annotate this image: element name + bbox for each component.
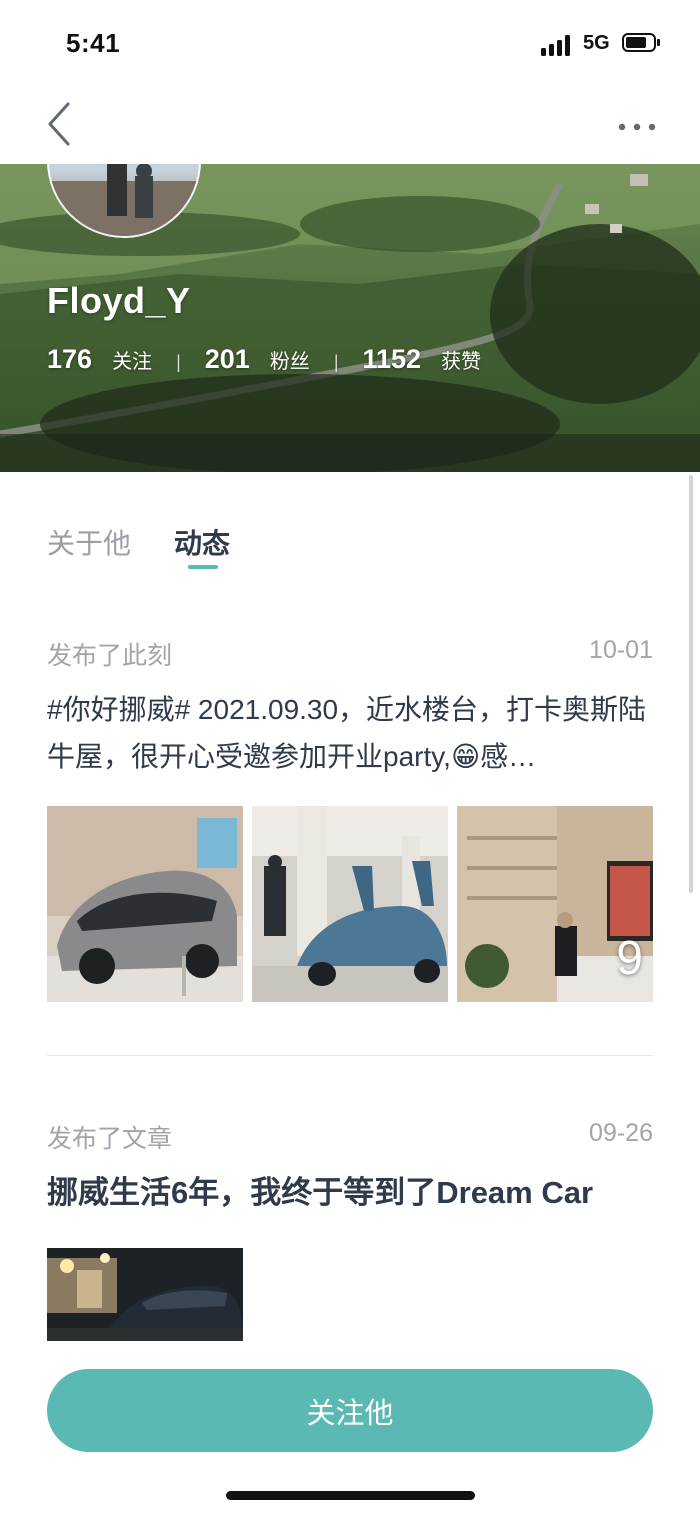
- more-horizontal-icon[interactable]: [612, 110, 662, 140]
- post-image[interactable]: [252, 806, 448, 1002]
- post-cover-image[interactable]: [47, 1248, 243, 1341]
- profile-stats: 176 关注 | 201 粉丝 | 1152 获赞: [47, 344, 481, 380]
- username: Floyd_Y: [47, 280, 191, 321]
- post-divider: [47, 1055, 653, 1056]
- post-date: 10-01: [589, 636, 653, 664]
- chevron-left-icon[interactable]: [40, 100, 80, 148]
- active-tab-indicator: [188, 565, 218, 569]
- following-label[interactable]: 关注: [112, 345, 152, 374]
- feed-post[interactable]: 发布了此刻 10-01 #你好挪威# 2021.09.30，近水楼台，打卡奥斯陆…: [47, 636, 653, 1006]
- status-time: 5:41: [66, 28, 121, 58]
- following-count[interactable]: 176: [47, 344, 92, 375]
- feed-post[interactable]: 发布了文章 09-26 挪威生活6年，我终于等到了Dream Car: [47, 1119, 653, 1341]
- follow-button[interactable]: 关注他: [47, 1369, 653, 1452]
- post-title[interactable]: 挪威生活6年，我终于等到了Dream Car: [47, 1167, 653, 1212]
- profile-tabs: 关于他 动态: [0, 472, 700, 592]
- nav-bar: [0, 88, 700, 164]
- post-image[interactable]: [47, 806, 243, 1002]
- followers-label[interactable]: 粉丝: [270, 345, 310, 374]
- post-type: 发布了文章: [47, 1125, 173, 1153]
- tab-about[interactable]: 关于他: [47, 522, 131, 562]
- post-text[interactable]: #你好挪威# 2021.09.30，近水楼台，打卡奥斯陆牛屋，很开心受邀参加开业…: [47, 686, 653, 780]
- stats-divider: |: [176, 352, 181, 372]
- post-type: 发布了此刻: [47, 642, 173, 670]
- post-image-more[interactable]: 9: [457, 806, 653, 1002]
- cellular-signal-icon: [541, 34, 575, 56]
- followers-count[interactable]: 201: [205, 344, 250, 375]
- profile-cover: Floyd_Y 176 关注 | 201 粉丝 | 1152 获赞: [0, 164, 700, 472]
- more-images-count: 9: [616, 932, 643, 985]
- tab-feed[interactable]: 动态: [174, 522, 230, 562]
- likes-label: 获赞: [441, 351, 482, 373]
- home-indicator[interactable]: [226, 1491, 475, 1500]
- network-type: 5G: [583, 32, 610, 54]
- battery-icon: [622, 33, 660, 53]
- status-bar: 5:41 5G: [0, 0, 700, 88]
- scrollbar[interactable]: [689, 475, 693, 893]
- post-date: 09-26: [589, 1119, 653, 1147]
- stats-divider: |: [333, 352, 339, 372]
- likes-count: 1152: [362, 344, 422, 374]
